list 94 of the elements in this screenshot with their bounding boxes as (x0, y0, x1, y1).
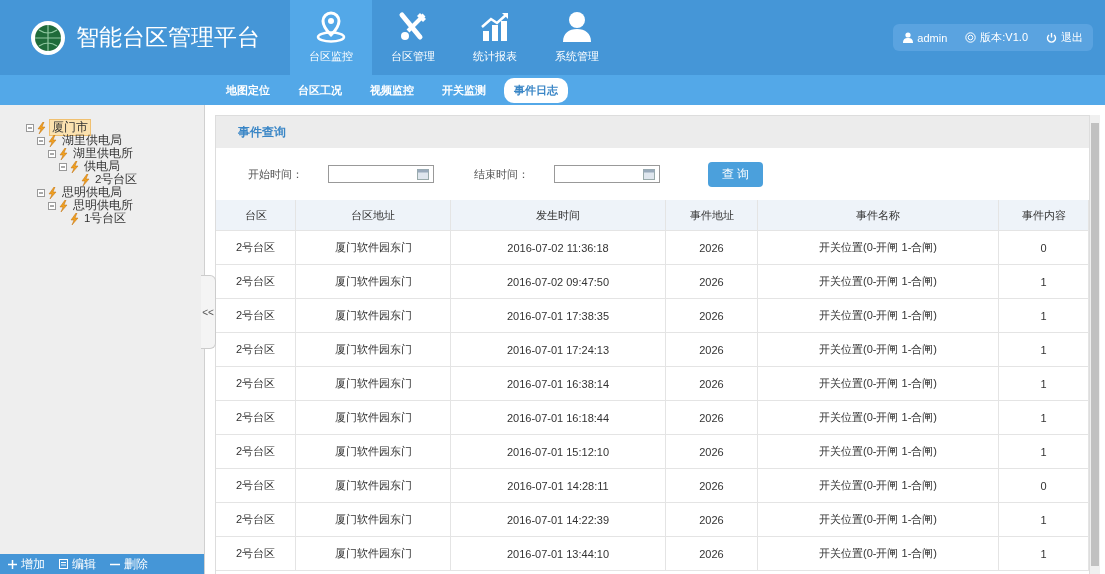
table-cell: 1 (999, 367, 1089, 400)
nav-tab[interactable]: 系统管理 (536, 0, 618, 75)
table-cell: 开关位置(0-开闸 1-合闸) (758, 469, 999, 502)
nav-tab[interactable]: 台区监控 (290, 0, 372, 75)
table-cell: 厦门软件园东门 (296, 503, 451, 536)
end-time-label: 结束时间： (474, 166, 529, 182)
table-cell: 2016-07-02 11:36:18 (451, 231, 666, 264)
table-cell: 厦门软件园东门 (296, 299, 451, 332)
sub-nav-tab[interactable]: 地图定位 (216, 77, 280, 103)
table-cell: 2号台区 (216, 503, 296, 536)
tree-node[interactable]: 湖里供电所 (71, 146, 135, 161)
table-cell: 2号台区 (216, 333, 296, 366)
table-cell: 2026 (666, 503, 758, 536)
edit-button[interactable]: 编辑 (59, 555, 96, 573)
table-cell: 厦门软件园东门 (296, 367, 451, 400)
table-cell: 2026 (666, 265, 758, 298)
table-cell: 1 (999, 333, 1089, 366)
table-cell: 开关位置(0-开闸 1-合闸) (758, 537, 999, 570)
table-cell: 2016-07-01 17:24:13 (451, 333, 666, 366)
column-header: 事件名称 (758, 200, 999, 230)
add-button[interactable]: 增加 (8, 555, 45, 573)
app-title: 智能台区管理平台 (76, 23, 260, 52)
table-cell: 厦门软件园东门 (296, 231, 451, 264)
delete-button[interactable]: 删除 (110, 555, 148, 573)
column-header: 事件内容 (999, 200, 1089, 230)
panel-title: 事件查询 (216, 116, 1089, 148)
table-cell: 2026 (666, 333, 758, 366)
table-cell: 厦门软件园东门 (296, 265, 451, 298)
tree-node[interactable]: 2号台区 (93, 172, 140, 187)
nav-tab[interactable]: 统计报表 (454, 0, 536, 75)
column-header: 台区地址 (296, 200, 451, 230)
table-cell: 2016-07-01 13:44:10 (451, 537, 666, 570)
column-header: 事件地址 (666, 200, 758, 230)
query-button[interactable]: 查 询 (708, 161, 764, 187)
table-cell: 厦门软件园东门 (296, 333, 451, 366)
table-cell: 2016-07-02 09:47:50 (451, 265, 666, 298)
version-label: 版本:V1.0 (965, 30, 1028, 45)
table-cell: 开关位置(0-开闸 1-合闸) (758, 401, 999, 434)
table-cell: 2号台区 (216, 469, 296, 502)
table-cell: 开关位置(0-开闸 1-合闸) (758, 265, 999, 298)
sub-nav-tab[interactable]: 事件日志 (504, 77, 568, 103)
table-cell: 2号台区 (216, 537, 296, 570)
table-cell: 厦门软件园东门 (296, 401, 451, 434)
tree-node[interactable]: 湖里供电局 (60, 133, 124, 148)
table-cell: 开关位置(0-开闸 1-合闸) (758, 231, 999, 264)
table-cell: 开关位置(0-开闸 1-合闸) (758, 435, 999, 468)
table-cell: 2026 (666, 231, 758, 264)
logout-link[interactable]: 退出 (1046, 30, 1083, 45)
table-cell: 2016-07-01 15:12:10 (451, 435, 666, 468)
table-cell: 1 (999, 299, 1089, 332)
user-link[interactable]: admin (903, 30, 948, 45)
table-cell: 2号台区 (216, 401, 296, 434)
table-cell: 2号台区 (216, 265, 296, 298)
table-cell: 厦门软件园东门 (296, 469, 451, 502)
start-time-label: 开始时间： (248, 166, 303, 182)
table-cell: 1 (999, 401, 1089, 434)
table-cell: 1 (999, 503, 1089, 536)
tree-node[interactable]: 1号台区 (82, 211, 129, 226)
sub-nav-tab[interactable]: 台区工况 (288, 77, 352, 103)
table-cell: 开关位置(0-开闸 1-合闸) (758, 299, 999, 332)
sub-nav-tab[interactable]: 开关监测 (432, 77, 496, 103)
table-cell: 2016-07-01 14:22:39 (451, 503, 666, 536)
table-cell: 2016-07-01 16:18:44 (451, 401, 666, 434)
table-cell: 2016-07-01 16:38:14 (451, 367, 666, 400)
column-header: 发生时间 (451, 200, 666, 230)
table-cell: 2号台区 (216, 367, 296, 400)
table-cell: 1 (999, 435, 1089, 468)
table-cell: 厦门软件园东门 (296, 537, 451, 570)
table-cell: 开关位置(0-开闸 1-合闸) (758, 367, 999, 400)
table-cell: 2号台区 (216, 299, 296, 332)
table-cell: 开关位置(0-开闸 1-合闸) (758, 503, 999, 536)
table-cell: 开关位置(0-开闸 1-合闸) (758, 333, 999, 366)
nav-tab[interactable]: 台区管理 (372, 0, 454, 75)
table-cell: 2026 (666, 367, 758, 400)
tree-node[interactable]: 思明供电局 (60, 185, 124, 200)
table-cell: 1 (999, 265, 1089, 298)
collapse-handle[interactable]: << (201, 275, 216, 349)
table-cell: 2016-07-01 17:38:35 (451, 299, 666, 332)
table-cell: 2026 (666, 299, 758, 332)
sub-nav-tab[interactable]: 视频监控 (360, 77, 424, 103)
table-cell: 2号台区 (216, 435, 296, 468)
table-cell: 厦门软件园东门 (296, 435, 451, 468)
tree-node[interactable]: 供电局 (82, 159, 122, 174)
table-cell: 1 (999, 537, 1089, 570)
table-cell: 2号台区 (216, 231, 296, 264)
table-cell: 2026 (666, 401, 758, 434)
table-cell: 2026 (666, 537, 758, 570)
tree-node[interactable]: 思明供电所 (71, 198, 135, 213)
table-cell: 2016-07-01 14:28:11 (451, 469, 666, 502)
table-cell: 2026 (666, 435, 758, 468)
column-header: 台区 (216, 200, 296, 230)
table-cell: 0 (999, 469, 1089, 502)
table-cell: 2026 (666, 469, 758, 502)
table-cell: 0 (999, 231, 1089, 264)
